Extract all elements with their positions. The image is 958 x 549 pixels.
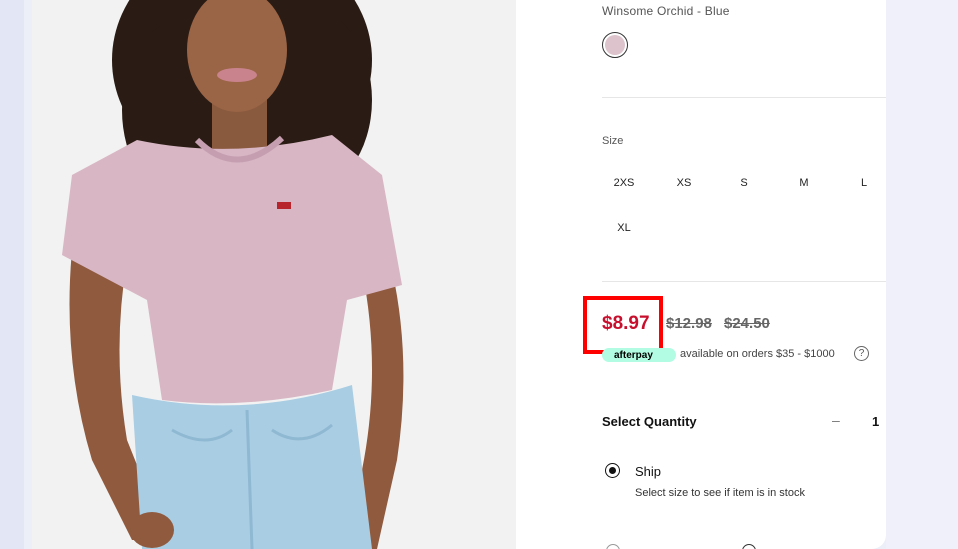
help-icon[interactable]: ? <box>854 346 869 361</box>
quantity-decrease-button[interactable]: – <box>832 412 840 428</box>
size-option-m[interactable]: M <box>782 177 826 189</box>
radio-dot <box>609 467 616 474</box>
size-option-2xs[interactable]: 2XS <box>602 177 646 189</box>
pickup-radio[interactable] <box>606 544 620 549</box>
model-illustration <box>32 0 516 549</box>
compare-price: $24.50 <box>724 315 770 332</box>
delivery-radio[interactable] <box>742 544 756 549</box>
size-title: Size <box>602 135 624 147</box>
color-name: Winsome Orchid - Blue <box>602 4 730 18</box>
afterpay-logo: afterpay <box>602 348 676 362</box>
original-price: $12.98 <box>666 315 712 332</box>
divider <box>602 97 886 98</box>
ship-note: Select size to see if item is in stock <box>635 487 805 499</box>
ship-radio[interactable] <box>605 463 620 478</box>
size-option-xl[interactable]: XL <box>602 222 646 234</box>
size-option-xs[interactable]: XS <box>662 177 706 189</box>
divider <box>602 281 886 282</box>
quantity-value[interactable]: 1 <box>872 414 879 429</box>
sale-price: $8.97 <box>602 313 650 334</box>
product-details-panel: Winsome Orchid - Blue Size 2XS XS S M L … <box>516 0 886 549</box>
right-gutter <box>886 0 958 549</box>
size-option-s[interactable]: S <box>722 177 766 189</box>
left-gutter <box>0 0 24 549</box>
ship-label[interactable]: Ship <box>635 464 661 479</box>
color-swatch-selected[interactable] <box>602 32 628 58</box>
quantity-label: Select Quantity <box>602 414 697 429</box>
size-option-l[interactable]: L <box>842 177 886 189</box>
product-image[interactable] <box>32 0 516 549</box>
afterpay-text: available on orders $35 - $1000 <box>680 348 835 360</box>
swatch-fill <box>605 35 625 55</box>
